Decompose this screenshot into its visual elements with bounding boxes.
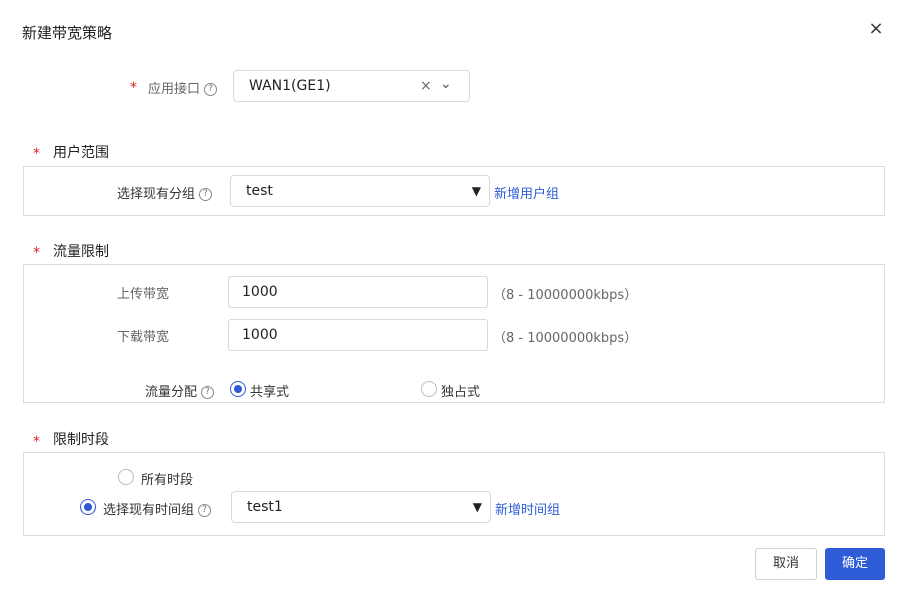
radio-exclusive-label[interactable]: 独占式	[441, 381, 480, 400]
chevron-down-icon: ▼	[472, 500, 482, 514]
interface-select[interactable]: WAN1(GE1) × ⌄	[233, 70, 470, 102]
interface-label: 应用接口	[148, 82, 201, 97]
radio-shared[interactable]	[230, 381, 246, 397]
help-icon[interactable]: ?	[198, 504, 212, 517]
radio-all-periods-label[interactable]: 所有时段	[141, 469, 193, 488]
interface-label-row: 应用接口?	[148, 78, 218, 97]
time-title: 限制时段	[53, 432, 109, 448]
required-mark: *	[33, 434, 40, 450]
time-group-label-row[interactable]: 选择现有时间组?	[103, 499, 212, 518]
distribution-label-row: 流量分配?	[145, 381, 215, 400]
time-group-select[interactable]: test1 ▼	[231, 491, 491, 523]
user-scope-title: 用户范围	[53, 145, 109, 161]
radio-time-group-label[interactable]: 选择现有时间组	[103, 503, 194, 518]
required-mark: *	[130, 80, 137, 96]
add-time-group-link[interactable]: 新增时间组	[495, 499, 560, 518]
distribution-label: 流量分配	[145, 385, 198, 400]
user-group-select[interactable]: test ▼	[230, 175, 490, 207]
upload-value: 1000	[242, 284, 278, 300]
help-icon[interactable]: ?	[204, 83, 218, 96]
add-user-group-link[interactable]: 新增用户组	[494, 183, 559, 202]
group-label-row: 选择现有分组?	[117, 183, 213, 202]
upload-label: 上传带宽	[117, 287, 170, 302]
radio-shared-label[interactable]: 共享式	[250, 381, 289, 400]
help-icon[interactable]: ?	[199, 188, 213, 201]
required-mark: *	[33, 245, 40, 261]
traffic-title: 流量限制	[53, 244, 109, 260]
user-group-value: test	[246, 183, 273, 199]
radio-exclusive[interactable]	[421, 381, 437, 397]
download-input[interactable]: 1000	[228, 319, 488, 351]
interface-value: WAN1(GE1)	[249, 78, 331, 94]
download-label: 下载带宽	[117, 330, 170, 345]
radio-time-group[interactable]	[80, 499, 96, 515]
clear-icon[interactable]: ×	[420, 78, 432, 94]
upload-hint: （8 - 10000000kbps）	[493, 288, 638, 303]
dialog-title: 新建带宽策略	[22, 24, 113, 42]
cancel-button[interactable]: 取消	[755, 548, 817, 580]
required-mark: *	[33, 146, 40, 162]
help-icon[interactable]: ?	[201, 386, 215, 399]
upload-input[interactable]: 1000	[228, 276, 488, 308]
chevron-down-icon: ▼	[471, 184, 481, 198]
chevron-down-icon[interactable]: ⌄	[440, 76, 452, 92]
close-icon[interactable]: ×	[866, 19, 886, 39]
download-hint: （8 - 10000000kbps）	[493, 331, 638, 346]
time-group-value: test1	[247, 499, 283, 515]
ok-button[interactable]: 确定	[825, 548, 885, 580]
radio-all-periods[interactable]	[118, 469, 134, 485]
download-value: 1000	[242, 327, 278, 343]
group-label: 选择现有分组	[117, 187, 196, 202]
